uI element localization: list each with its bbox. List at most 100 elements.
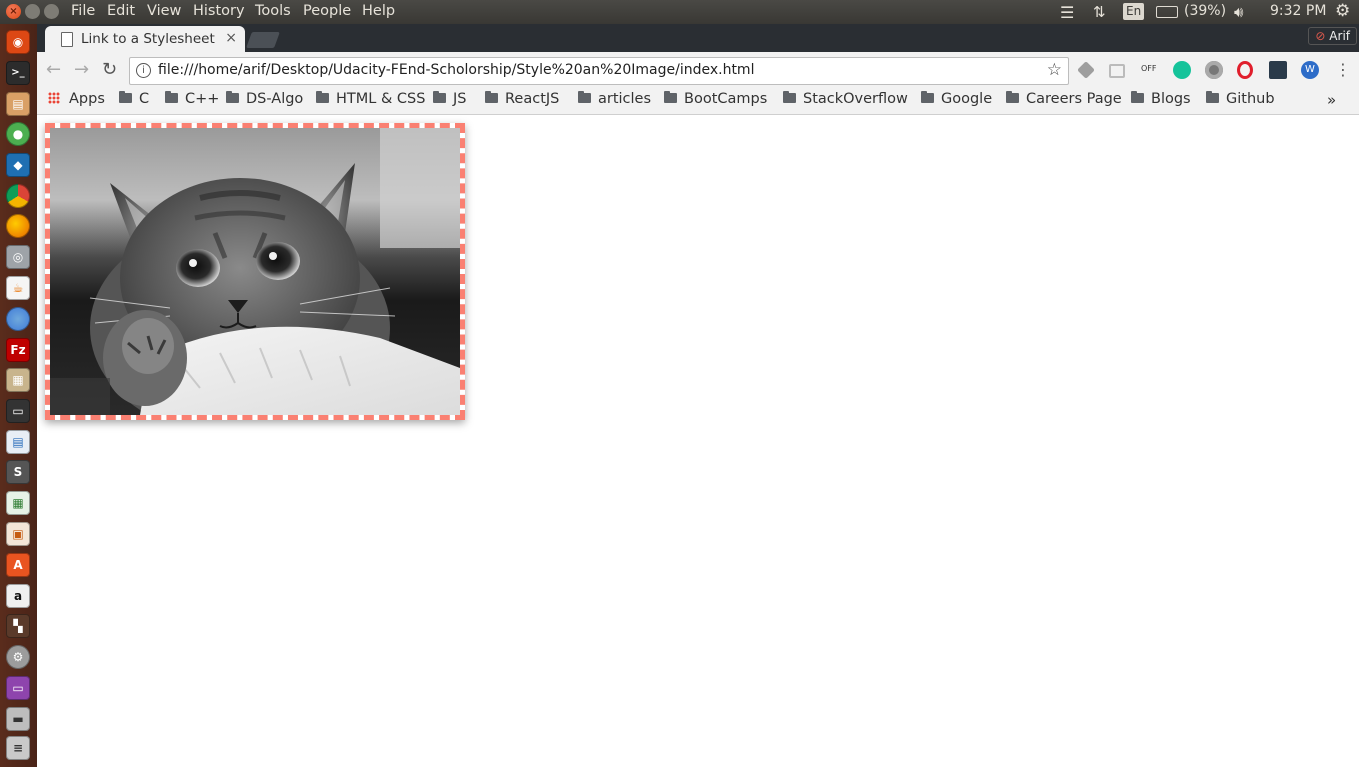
app-icon[interactable]: ▭ (6, 676, 30, 700)
video-editor-icon[interactable]: ▭ (6, 399, 30, 423)
chrome-menu-icon[interactable]: ⋮ (1335, 60, 1351, 79)
bookmark-folder-blogs[interactable]: Blogs (1131, 91, 1191, 107)
tab-title: Link to a Stylesheet (81, 31, 215, 47)
bookmark-folder-reactjs[interactable]: ReactJS (485, 91, 559, 107)
bookmark-folder-ds-algo[interactable]: DS-Algo (226, 91, 303, 107)
window-close-button[interactable]: × (6, 4, 21, 19)
bookmark-apps[interactable]: Apps (48, 91, 105, 107)
ubuntu-dash-icon[interactable]: ◉ (6, 30, 30, 54)
menu-view[interactable]: View (147, 3, 181, 19)
bookmarks-overflow-icon[interactable]: » (1327, 91, 1336, 109)
info-icon[interactable]: i (136, 63, 151, 78)
tab-active[interactable]: Link to a Stylesheet × (45, 26, 245, 52)
extension-udacity-icon[interactable] (1269, 61, 1287, 79)
screenshot-icon[interactable]: ◎ (6, 245, 30, 269)
document-icon (61, 32, 73, 47)
launcher-sidebar: ◉ >_ ▤ ● ◆ ◎ ☕ Fz ▦ ▭ ▤ S ▦ ▣ A a ▚ ⚙ ▭ … (0, 24, 38, 767)
menu-file[interactable]: File (71, 3, 95, 19)
extension-w-icon[interactable]: W (1301, 61, 1319, 79)
folder-icon (433, 91, 446, 103)
android-studio-icon[interactable]: ● (6, 122, 30, 146)
bookmark-folder-github[interactable]: Github (1206, 91, 1275, 107)
menu-help[interactable]: Help (362, 3, 395, 19)
window-maximize-button[interactable] (44, 4, 59, 19)
terminal-icon[interactable]: >_ (6, 61, 30, 85)
workspaces-icon[interactable]: ▚ (6, 614, 30, 638)
bookmark-star-icon[interactable]: ☆ (1047, 60, 1062, 80)
chrome-icon[interactable] (6, 184, 30, 208)
java-icon[interactable]: ☕ (6, 276, 30, 300)
profile-button[interactable]: ⊘ Arif (1308, 27, 1357, 45)
menu-history[interactable]: History (193, 3, 245, 19)
address-url[interactable]: file:///home/arif/Desktop/Udacity-FEnd-S… (158, 62, 754, 78)
menu-lines-icon[interactable]: ☰ (1060, 3, 1074, 22)
folder-icon (664, 91, 677, 103)
folder-icon (783, 91, 796, 103)
bookmark-folder-c[interactable]: C (119, 91, 149, 107)
folder-icon (921, 91, 934, 103)
writer-icon[interactable]: ▤ (6, 430, 30, 454)
profile-icon: ⊘ (1315, 29, 1326, 43)
folder-icon (226, 91, 239, 103)
folder-icon (316, 91, 329, 103)
battery-percentage: (39%) (1184, 3, 1227, 19)
impress-icon[interactable]: ▣ (6, 522, 30, 546)
extension-opera-icon[interactable] (1237, 61, 1253, 79)
bookmark-folder-bootcamps[interactable]: BootCamps (664, 91, 767, 107)
software-center-icon[interactable]: A (6, 553, 30, 577)
folder-icon (578, 91, 591, 103)
window-minimize-button[interactable] (25, 4, 40, 19)
extension-off-icon[interactable]: OFF (1141, 64, 1159, 82)
clock[interactable]: 9:32 PM (1270, 3, 1326, 19)
tab-close-icon[interactable]: × (225, 30, 237, 46)
kitten-image (45, 123, 465, 420)
trash-icon[interactable]: ≡ (6, 736, 30, 760)
bookmark-folder-cpp[interactable]: C++ (165, 91, 219, 107)
keyboard-layout-indicator[interactable]: En (1123, 3, 1145, 20)
bookmark-folder-careers-page[interactable]: Careers Page (1006, 91, 1122, 107)
files-icon[interactable]: ▤ (6, 92, 30, 116)
volume-icon[interactable]: 🔊︎ (1234, 3, 1243, 21)
bookmarks-bar: Apps C C++ DS-Algo HTML & CSS JS ReactJS… (37, 88, 1359, 115)
network-arrows-icon[interactable]: ⇅ (1093, 3, 1106, 21)
folder-icon (1131, 91, 1144, 103)
extension-layers-icon[interactable] (1077, 61, 1095, 79)
battery-icon[interactable] (1156, 6, 1178, 18)
bookmark-folder-google[interactable]: Google (921, 91, 992, 107)
image-viewer-icon[interactable]: ▦ (6, 368, 30, 392)
page-content (37, 115, 1359, 767)
menu-people[interactable]: People (303, 3, 351, 19)
settings-gear-icon[interactable]: ⚙ (1335, 1, 1350, 21)
firefox-icon[interactable] (6, 214, 30, 238)
forward-arrow-icon[interactable]: → (74, 59, 89, 80)
vscode-icon[interactable]: ◆ (6, 153, 30, 177)
menu-tools[interactable]: Tools (255, 3, 291, 19)
drive-icon[interactable]: ▬ (6, 707, 30, 731)
tab-strip: Link to a Stylesheet × ⊘ Arif (37, 24, 1359, 52)
system-settings-icon[interactable]: ⚙ (6, 645, 30, 669)
extension-grammarly-icon[interactable] (1173, 61, 1191, 79)
bookmark-folder-html-css[interactable]: HTML & CSS (316, 91, 425, 107)
extension-pocket-icon[interactable] (1109, 64, 1125, 78)
back-arrow-icon[interactable]: ← (46, 59, 61, 80)
menu-edit[interactable]: Edit (107, 3, 135, 19)
bookmark-folder-js[interactable]: JS (433, 91, 466, 107)
folder-icon (119, 91, 132, 103)
extension-circle-icon[interactable] (1205, 61, 1223, 79)
bookmark-folder-stackoverflow[interactable]: StackOverflow (783, 91, 908, 107)
folder-icon (165, 91, 178, 103)
amazon-icon[interactable]: a (6, 584, 30, 608)
folder-icon (485, 91, 498, 103)
bookmark-folder-articles[interactable]: articles (578, 91, 651, 107)
apps-grid-icon (48, 92, 60, 104)
calc-icon[interactable]: ▦ (6, 491, 30, 515)
folder-icon (1206, 91, 1219, 103)
new-tab-button[interactable] (246, 32, 280, 48)
filezilla-icon[interactable]: Fz (6, 338, 30, 362)
address-bar[interactable]: i file:///home/arif/Desktop/Udacity-FEnd… (129, 57, 1069, 85)
reload-icon[interactable]: ↻ (102, 59, 117, 80)
kitten-photo (50, 128, 460, 415)
folder-icon (1006, 91, 1019, 103)
chromium-icon[interactable] (6, 307, 30, 331)
presentation-icon[interactable]: S (6, 460, 30, 484)
